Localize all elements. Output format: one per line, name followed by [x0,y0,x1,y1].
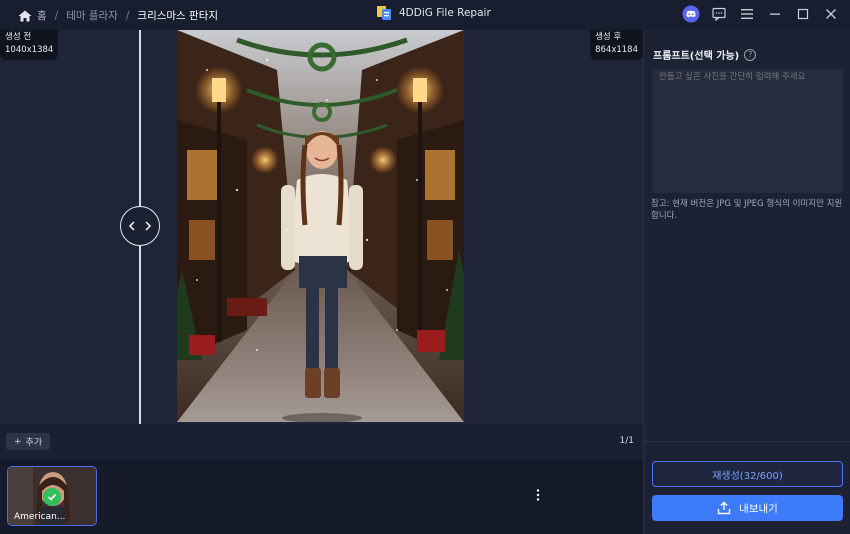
plus-icon: + [14,436,22,447]
thumbnail-item[interactable]: American... [7,466,97,526]
format-note: 참고: 현재 버전은 JPG 및 JPEG 형식의 이미지만 지원합니다. [651,199,843,221]
close-icon[interactable] [822,5,840,23]
app-title-text: 4DDiG File Repair [399,7,491,19]
window-controls [682,5,840,23]
selected-check-icon [43,488,61,506]
before-size: 1040x1384 [5,45,54,55]
prompt-label: 프롬프트(선택 가능) [653,51,740,62]
after-size: 864x1184 [595,45,638,55]
add-image-button[interactable]: + 추가 [6,433,51,450]
after-label: 생성 후 [595,32,622,42]
title-bar: 홈 / 테마 플라자 / 크리스마스 판타지 4DDiG File Repair [0,0,850,30]
prompt-input[interactable] [652,69,843,193]
after-badge: 생성 후 864x1184 [590,30,643,60]
app-logo-icon [377,6,391,20]
breadcrumb-theme-plaza[interactable]: 테마 플라자 [66,8,118,23]
feedback-icon[interactable] [710,5,728,23]
menu-icon[interactable] [738,5,756,23]
upload-icon [717,501,731,515]
breadcrumb-home[interactable]: 홈 [37,8,47,23]
app-title: 4DDiG File Repair [376,5,491,21]
export-label: 내보내기 [739,502,778,515]
compare-slider-handle[interactable] [120,206,160,246]
thumbnail-label: American... [14,512,66,522]
breadcrumb-separator: / [125,9,130,22]
add-image-label: 추가 [25,438,43,448]
export-button[interactable]: 내보내기 [652,495,843,521]
more-options-icon[interactable] [536,489,540,501]
image-toolbar: + 추가 1/1 [0,424,643,460]
breadcrumb-separator: / [54,9,59,22]
breadcrumb: 홈 / 테마 플라자 / 크리스마스 판타지 [18,8,218,23]
generated-image [177,30,464,422]
home-icon[interactable] [18,10,32,22]
chevron-left-right-icon [128,221,152,231]
compare-view: 생성 전 1040x1384 생성 후 864x1184 [0,30,643,424]
prompt-heading: 프롬프트(선택 가능) ? [653,47,757,62]
discord-icon[interactable] [682,5,700,23]
regenerate-button[interactable]: 재생성(32/600) [652,461,843,487]
before-label: 생성 전 [5,32,32,42]
settings-panel: 프롬프트(선택 가능) ? 참고: 현재 버전은 JPG 및 JPEG 형식의 … [643,30,850,534]
page-indicator: 1/1 [619,436,634,446]
minimize-icon[interactable] [766,5,784,23]
breadcrumb-current: 크리스마스 판타지 [137,10,219,22]
before-badge: 생성 전 1040x1384 [0,30,59,60]
thumbnail-strip: American... [0,460,643,534]
maximize-icon[interactable] [794,5,812,23]
help-icon[interactable]: ? [744,48,757,61]
panel-divider [644,441,850,442]
